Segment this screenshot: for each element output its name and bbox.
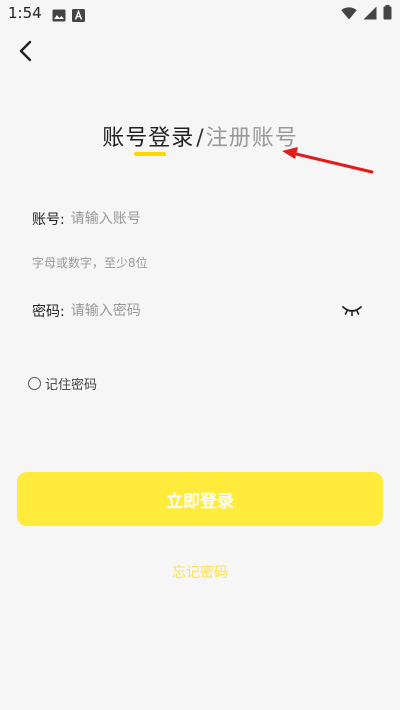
password-field: 密码: xyxy=(32,299,321,323)
tab-separator: / xyxy=(196,126,204,151)
chevron-left-icon xyxy=(18,40,32,66)
image-icon xyxy=(52,7,66,26)
account-field: 账号: xyxy=(32,207,321,231)
a-badge-icon xyxy=(72,7,85,26)
active-tab-underline xyxy=(134,152,166,156)
tab-account-login[interactable]: 账号登录 xyxy=(102,120,194,152)
annotation-arrow xyxy=(278,143,374,179)
status-icons xyxy=(341,5,392,24)
status-bar: 1:54 xyxy=(0,0,400,28)
battery-icon xyxy=(383,5,392,24)
password-visibility-toggle[interactable] xyxy=(341,302,363,318)
remember-radio[interactable] xyxy=(28,377,41,390)
login-button[interactable]: 立即登录 xyxy=(17,472,383,526)
account-input[interactable] xyxy=(70,211,321,227)
account-hint: 字母或数字，至少8位 xyxy=(32,256,148,270)
password-label: 密码: xyxy=(32,304,65,320)
back-button[interactable] xyxy=(12,40,38,66)
login-screen: 1:54 账号登录 / 注册账号 账号: 请输入账号 字母或数字，至少8位 密码… xyxy=(0,0,400,710)
account-label: 账号: xyxy=(32,212,65,228)
forgot-password-label: 忘记密码 xyxy=(172,565,228,581)
signal-icon xyxy=(363,5,377,24)
forgot-password-link[interactable]: 忘记密码 xyxy=(0,562,400,582)
remember-label: 记住密码 xyxy=(45,378,98,393)
status-time: 1:54 xyxy=(8,4,42,22)
password-input[interactable] xyxy=(70,303,321,319)
remember-password[interactable]: 记住密码 xyxy=(28,374,97,393)
wifi-icon xyxy=(341,5,357,24)
eye-closed-icon xyxy=(341,303,363,322)
